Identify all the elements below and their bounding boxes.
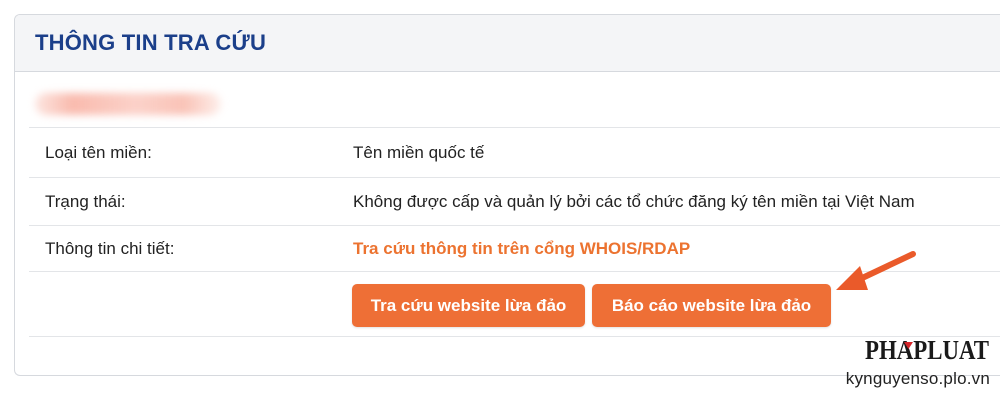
table-row-status: Trạng thái: Không được cấp và quản lý bở… bbox=[29, 177, 1000, 225]
details-value: Tra cứu thông tin trên cổng WHOIS/RDAP bbox=[353, 226, 690, 271]
blurred-domain-name bbox=[35, 93, 221, 115]
table-row-domain-type: Loại tên miền: Tên miền quốc tế bbox=[29, 127, 1000, 177]
status-value: Không được cấp và quản lý bởi các tổ chứ… bbox=[353, 191, 915, 211]
panel-header: THÔNG TIN TRA CỨU bbox=[15, 15, 1000, 72]
page: THÔNG TIN TRA CỨU Loại tên miền: Tên miề… bbox=[0, 0, 1000, 393]
info-table: Loại tên miền: Tên miền quốc tế Trạng th… bbox=[29, 127, 1000, 337]
panel-title: THÔNG TIN TRA CỨU bbox=[35, 30, 267, 55]
lookup-info-panel: THÔNG TIN TRA CỨU Loại tên miền: Tên miề… bbox=[14, 14, 1000, 376]
svg-text:PHAPLUAT: PHAPLUAT bbox=[865, 335, 989, 364]
watermark-site: kynguyenso.plo.vn bbox=[845, 369, 990, 388]
phapluat-logo: PHAPLUAT bbox=[865, 335, 989, 364]
domain-type-label: Loại tên miền: bbox=[45, 142, 152, 162]
report-scam-website-button[interactable]: Báo cáo website lừa đảo bbox=[592, 284, 831, 327]
details-label: Thông tin chi tiết: bbox=[45, 238, 175, 258]
domain-type-value: Tên miền quốc tế bbox=[353, 142, 485, 162]
search-scam-website-button[interactable]: Tra cứu website lừa đảo bbox=[352, 284, 585, 327]
whois-rdap-link[interactable]: Tra cứu thông tin trên cổng WHOIS/RDAP bbox=[353, 239, 690, 259]
status-label: Trạng thái: bbox=[45, 191, 126, 211]
arrow-icon bbox=[836, 251, 916, 290]
